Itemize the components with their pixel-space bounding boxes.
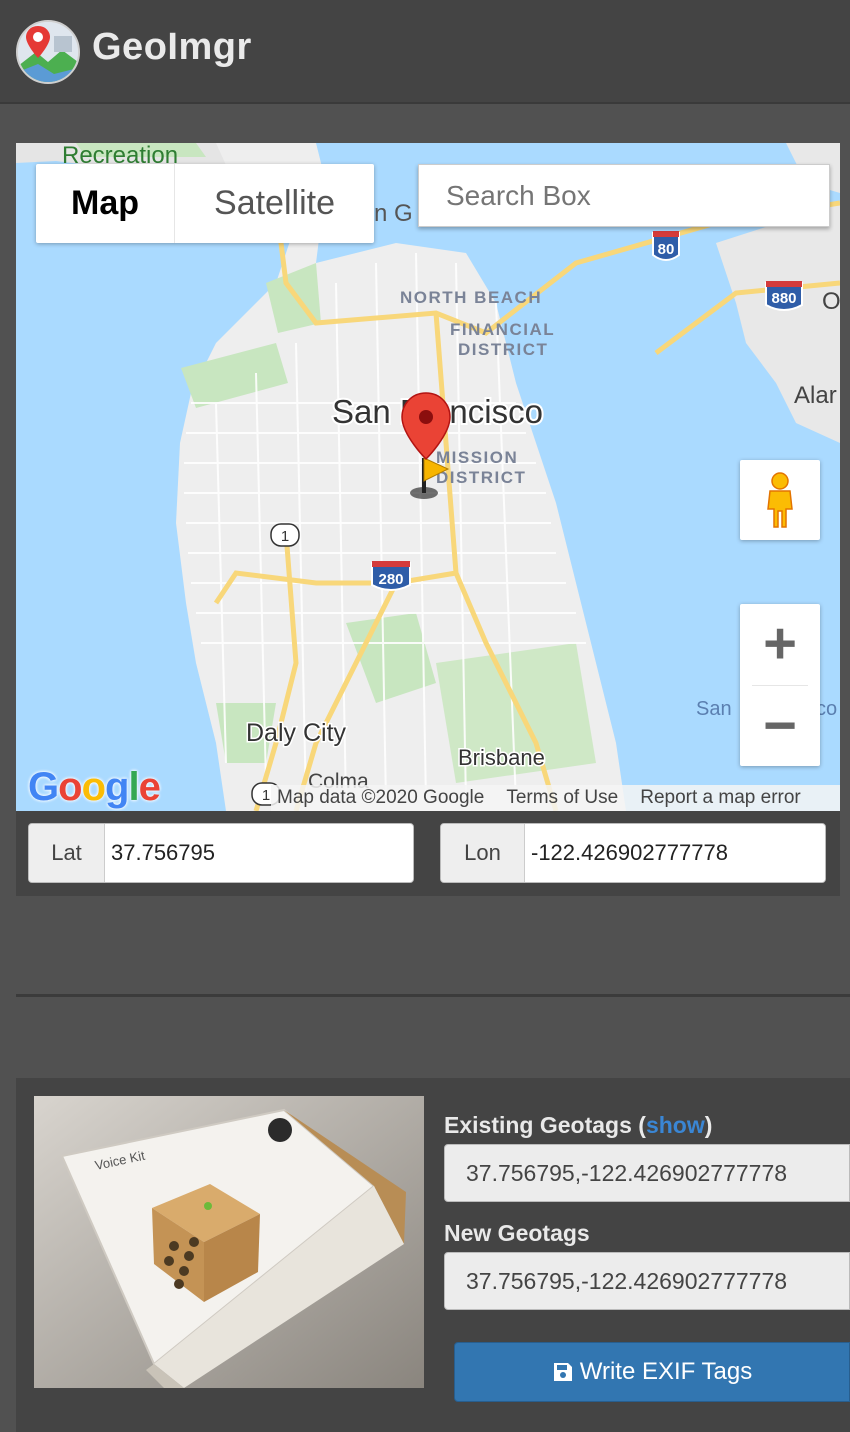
google-logo-letter: e <box>138 765 161 809</box>
map-label-financial-district: DISTRICT <box>458 340 548 359</box>
hwy-80-label: 80 <box>658 241 675 258</box>
google-logo-letter: G <box>28 765 59 809</box>
hwy-1-label: 1 <box>281 528 289 545</box>
map-card: 80 880 280 1 1 Recreation n G NORTH BEAC… <box>16 143 840 896</box>
floppy-disk-icon <box>552 1361 574 1383</box>
zoom-out-button[interactable]: − <box>740 686 820 766</box>
new-geotags-label: New Geotags <box>444 1220 590 1246</box>
section-divider <box>16 994 850 997</box>
lon-input[interactable] <box>525 824 825 882</box>
google-logo-letter: o <box>81 765 106 809</box>
lat-input-group: Lat <box>28 823 414 883</box>
map-attribution: Map data ©2020 Google Terms of Use Repor… <box>271 785 840 811</box>
map-label-golden-gate: n G <box>374 200 413 227</box>
terms-of-use-link[interactable]: Terms of Use <box>506 787 618 809</box>
google-logo-letter: l <box>128 765 139 809</box>
google-logo-letter: o <box>58 765 82 809</box>
street-view-pegman-icon[interactable] <box>740 460 820 540</box>
write-exif-tags-button[interactable]: Write EXIF Tags <box>454 1342 850 1402</box>
app-logo-icon[interactable] <box>16 20 80 84</box>
map-label-oakland: O <box>822 288 840 315</box>
existing-geotags-field[interactable] <box>444 1144 850 1202</box>
lat-input[interactable] <box>105 824 413 882</box>
map-label-brisbane: Brisbane <box>458 745 545 770</box>
map-search-input[interactable] <box>418 164 830 227</box>
hwy-880-label: 880 <box>771 290 796 307</box>
map-label-mission: MISSION <box>436 448 518 467</box>
zoom-control: + − <box>740 604 820 766</box>
new-geotags-field[interactable] <box>444 1252 850 1310</box>
map-type-satellite-button[interactable]: Satellite <box>175 164 374 243</box>
map-type-control: Map Satellite <box>36 164 374 243</box>
map-label-mission-district: DISTRICT <box>436 468 526 487</box>
zoom-in-button[interactable]: + <box>740 604 820 684</box>
map-label-financial: FINANCIAL <box>450 320 555 339</box>
photo-card: Voice Kit Existing Geotags (show) New Ge… <box>16 1078 850 1432</box>
lon-label: Lon <box>441 824 525 882</box>
google-logo-letter: g <box>105 765 129 809</box>
map-canvas[interactable]: 80 880 280 1 1 Recreation n G NORTH BEAC… <box>16 143 840 811</box>
existing-geotags-label: Existing Geotags (show) <box>444 1112 712 1139</box>
lon-input-group: Lon <box>440 823 826 883</box>
photo-thumbnail[interactable]: Voice Kit <box>34 1096 424 1388</box>
map-label-alameda: Alar <box>794 382 837 409</box>
existing-geotags-label-text: Existing Geotags ( <box>444 1112 646 1138</box>
lat-label: Lat <box>29 824 105 882</box>
hwy-1b-label: 1 <box>262 787 270 804</box>
app-header: GeoImgr <box>0 0 850 104</box>
map-label-daly-city: Daly City <box>246 719 347 747</box>
map-label-north-beach: NORTH BEACH <box>400 288 542 307</box>
google-logo[interactable]: Google <box>28 765 161 810</box>
hwy-280-label: 280 <box>378 571 403 588</box>
report-map-error-link[interactable]: Report a map error <box>640 787 801 809</box>
write-exif-tags-label: Write EXIF Tags <box>579 1358 753 1385</box>
show-geotags-link[interactable]: show <box>646 1112 705 1138</box>
map-data-attribution[interactable]: Map data ©2020 Google <box>277 787 484 809</box>
map-type-map-button[interactable]: Map <box>36 164 175 243</box>
map-tiles: 80 880 280 1 1 Recreation n G NORTH BEAC… <box>16 143 840 811</box>
map-label-san: San <box>696 698 732 720</box>
existing-geotags-label-close: ) <box>704 1112 713 1138</box>
app-title: GeoImgr <box>92 26 252 68</box>
